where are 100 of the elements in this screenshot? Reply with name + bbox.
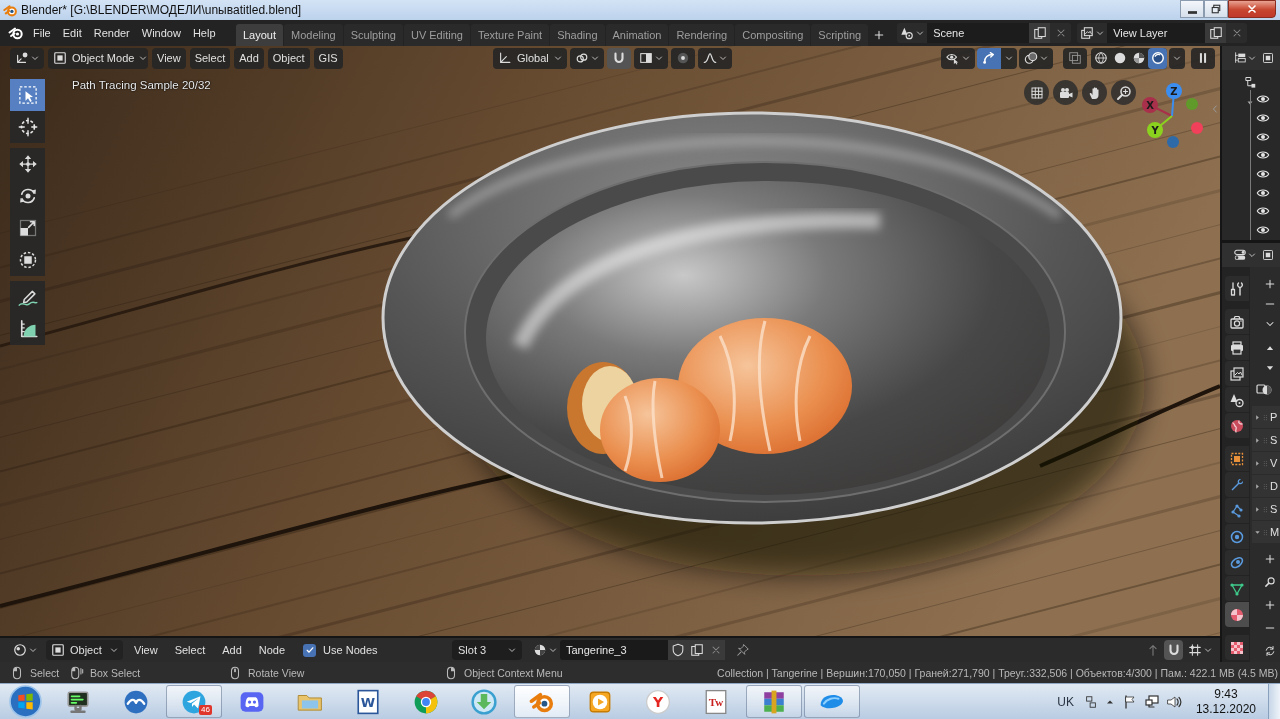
menu-item[interactable]: File	[27, 22, 57, 44]
axis-handle[interactable]	[1191, 122, 1203, 134]
editor-type-button[interactable]	[10, 47, 44, 69]
delete-view-layer-button[interactable]	[1226, 23, 1248, 43]
taskbar-button[interactable]: Y	[630, 685, 686, 718]
axis-handle[interactable]: Y	[1147, 122, 1163, 138]
new-view-layer-button[interactable]	[1205, 23, 1227, 43]
taskbar-button[interactable]: 46	[166, 685, 222, 718]
pause-button[interactable]	[1191, 47, 1215, 69]
fake-user-button[interactable]	[668, 640, 687, 660]
object-type-dropdown[interactable]: Object	[46, 640, 123, 660]
triangle-down-icon[interactable]	[1246, 99, 1254, 107]
menu-item[interactable]: Edit	[56, 22, 88, 44]
mode-dropdown[interactable]: Object Mode	[48, 47, 148, 69]
panel-header[interactable]: S	[1252, 498, 1280, 520]
taskbar-button[interactable]: Tw	[688, 685, 744, 718]
close-button[interactable]	[1228, 0, 1276, 18]
scene-browse-button[interactable]	[897, 23, 928, 43]
properties-tab[interactable]	[1225, 498, 1249, 523]
gizmo-dropdown[interactable]	[1001, 47, 1017, 69]
workspace-tab[interactable]: UV Editing	[403, 24, 470, 46]
gizmo-toggle[interactable]	[977, 47, 1001, 69]
properties-tab[interactable]	[1225, 472, 1249, 497]
workspace-tab[interactable]: Sculpting	[343, 24, 403, 46]
menu-item[interactable]: Add	[234, 47, 264, 69]
properties-tab[interactable]	[1225, 446, 1249, 471]
network-icon[interactable]	[1143, 693, 1160, 710]
tool-button[interactable]	[10, 148, 45, 180]
tool-button[interactable]	[10, 281, 45, 313]
menu-item[interactable]: View	[128, 640, 164, 660]
delete-scene-button[interactable]	[1050, 23, 1072, 43]
clock[interactable]: 9:43 13.12.2020	[1195, 686, 1256, 717]
properties-tab[interactable]	[1225, 550, 1249, 575]
checkbox-label[interactable]: Use Nodes	[323, 644, 378, 656]
menu-item[interactable]: Add	[216, 640, 248, 660]
workspace-tab[interactable]: Layout	[236, 24, 284, 46]
taskbar-button[interactable]	[746, 685, 802, 718]
properties-tab[interactable]	[1225, 635, 1249, 660]
square-icon[interactable]	[1262, 249, 1274, 261]
workspace-tab[interactable]: Compositing	[735, 24, 811, 46]
workspace-tab[interactable]: Animation	[605, 24, 669, 46]
two-squares-icon[interactable]	[1083, 694, 1098, 709]
overlay-dropdown[interactable]	[1019, 47, 1053, 69]
panel-header[interactable]: P	[1252, 406, 1280, 428]
checkbox[interactable]	[303, 643, 317, 657]
workspace-tab[interactable]: Rendering	[669, 24, 735, 46]
new-scene-button[interactable]	[1029, 23, 1051, 43]
properties-tab[interactable]	[1225, 276, 1249, 301]
restore-button[interactable]	[1204, 0, 1228, 18]
workspace-tab[interactable]: Texture Paint	[470, 24, 550, 46]
tool-button[interactable]	[10, 111, 45, 143]
xray-toggle[interactable]	[1063, 47, 1087, 69]
shading-mode-button[interactable]	[1148, 47, 1167, 69]
taskbar-button[interactable]: W	[340, 685, 396, 718]
app-logo-icon[interactable]	[8, 25, 24, 41]
snap-toggle[interactable]	[607, 47, 631, 69]
axis-handle[interactable]: Z	[1166, 83, 1182, 99]
axis-handle[interactable]	[1167, 136, 1179, 148]
hierarchy-icon[interactable]	[1244, 76, 1256, 88]
tool-button[interactable]	[10, 244, 45, 276]
workspace-tab[interactable]: Modeling	[284, 24, 343, 46]
panel-header[interactable]: V	[1252, 452, 1280, 474]
properties-tab[interactable]	[1225, 361, 1249, 386]
square-icon[interactable]	[1262, 52, 1274, 64]
menu-item[interactable]: Help	[186, 22, 222, 44]
panel-header[interactable]: D	[1252, 475, 1280, 497]
scene-statistics: Collection | Tangerine | Вершин:170,050 | Граней:271,790 | Треуг.:332,506 | Объектов:4/300 | Пам.: 422.1 MB (4.5 MB)	[717, 666, 1278, 679]
view-layer-browse-button[interactable]	[1077, 23, 1108, 43]
properties-tab[interactable]	[1225, 309, 1249, 334]
menu-item[interactable]: Window	[135, 22, 187, 44]
slot-dropdown[interactable]: Slot 3	[452, 640, 522, 660]
workspace-tab[interactable]: Scripting	[811, 24, 869, 46]
snap-target-dropdown[interactable]	[634, 47, 668, 69]
menu-item[interactable]: Select	[168, 640, 212, 660]
workspace-tab[interactable]: Shading	[550, 24, 605, 46]
properties-tab[interactable]	[1225, 413, 1249, 438]
properties-tab[interactable]	[1225, 602, 1249, 627]
properties-tab[interactable]	[1225, 335, 1249, 360]
tool-button[interactable]	[10, 313, 45, 345]
proportional-editing-toggle[interactable]	[671, 47, 695, 69]
axis-handle[interactable]	[1186, 98, 1198, 110]
properties-tab[interactable]	[1225, 576, 1249, 601]
menu-item[interactable]: Node	[252, 640, 292, 660]
view-layer-field[interactable]: View Layer	[1107, 23, 1206, 43]
visibility-dropdown[interactable]	[941, 47, 975, 69]
scene-field[interactable]: Scene	[927, 23, 1030, 43]
falloff-dropdown[interactable]	[698, 47, 732, 69]
menu-item[interactable]: Render	[87, 22, 136, 44]
panel-header[interactable]: S	[1252, 429, 1280, 451]
pivot-dropdown[interactable]	[570, 47, 604, 69]
language-indicator[interactable]: UK	[1057, 694, 1074, 709]
new-material-button[interactable]	[687, 640, 706, 660]
menu-item[interactable]: View	[152, 47, 186, 69]
properties-tab[interactable]	[1225, 387, 1249, 412]
orientation-dropdown[interactable]: Global	[493, 47, 567, 69]
minimize-button[interactable]	[1180, 0, 1204, 18]
material-name-field[interactable]: Tangerine_3	[560, 640, 668, 660]
panel-header[interactable]: M	[1252, 521, 1280, 543]
snap-toggle[interactable]	[1164, 640, 1183, 660]
properties-tab[interactable]	[1225, 524, 1249, 549]
